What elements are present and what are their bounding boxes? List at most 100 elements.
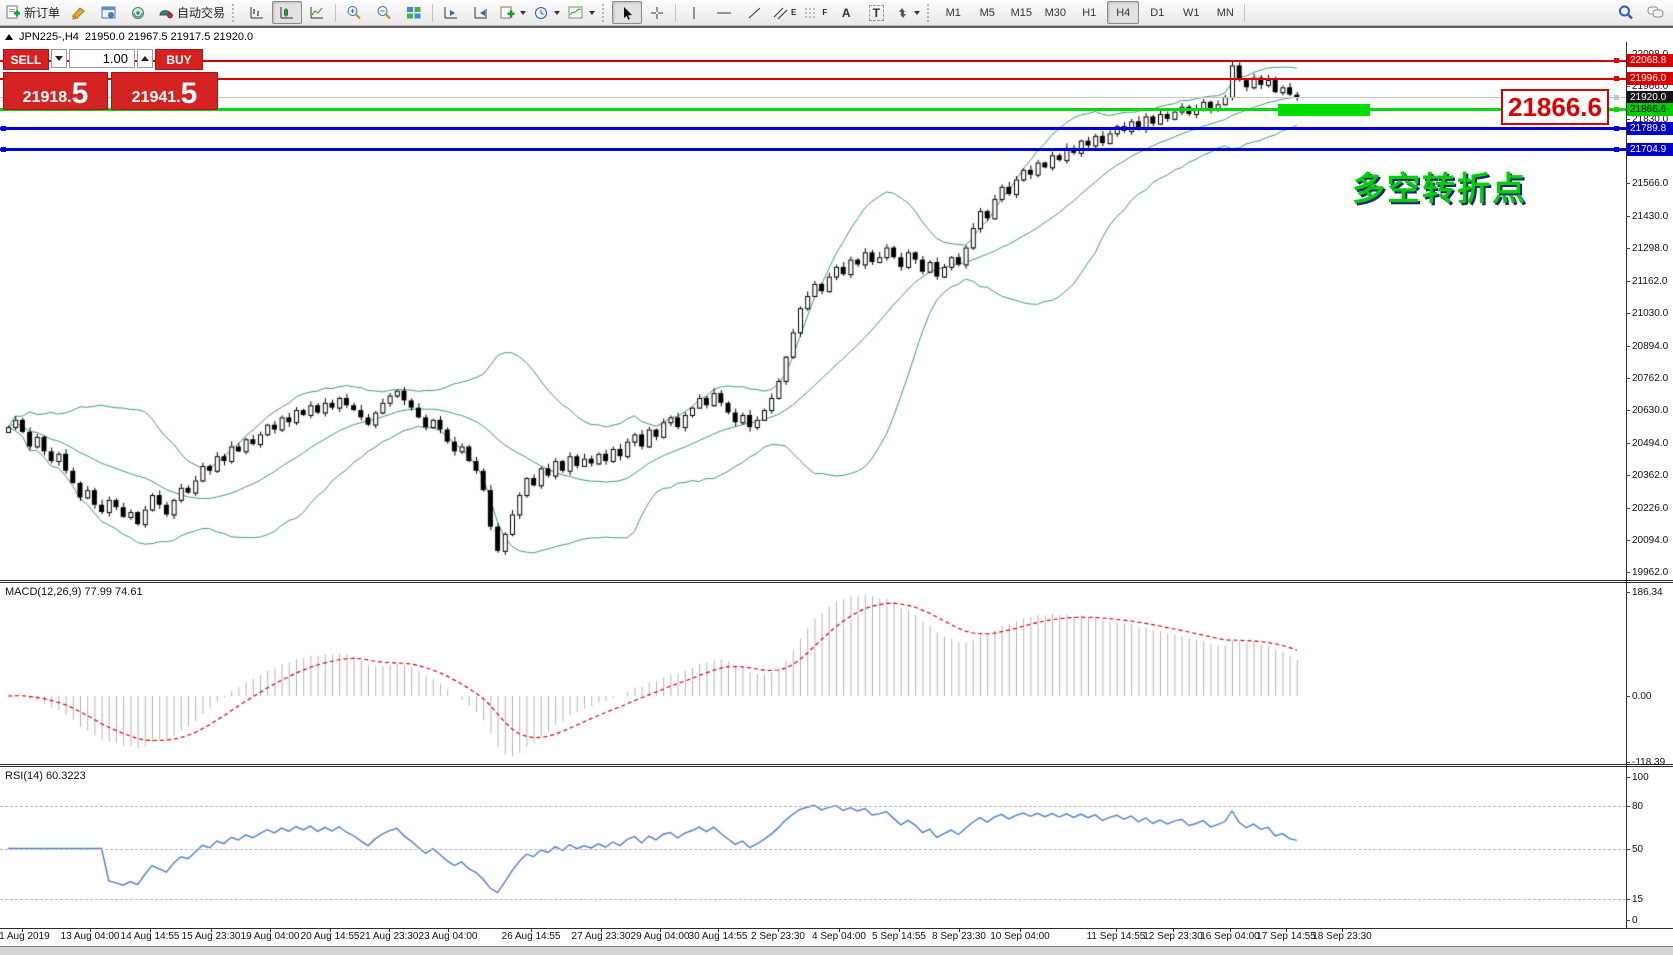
new-chart-dropdown[interactable] bbox=[496, 1, 530, 24]
trading-terminal: 新订单 自动交易 E F A T M1M5M bbox=[0, 0, 1673, 954]
line-anchor-marker[interactable] bbox=[1, 126, 6, 131]
price-tick-label: 21566.0 bbox=[1632, 178, 1673, 189]
text-tool[interactable]: A bbox=[831, 1, 861, 24]
line-anchor-marker[interactable] bbox=[1614, 147, 1619, 152]
market-watch-button[interactable] bbox=[94, 1, 124, 24]
chart-canvas[interactable] bbox=[0, 0, 1673, 954]
timeframe-h1[interactable]: H1 bbox=[1073, 1, 1105, 24]
timeframe-mn[interactable]: MN bbox=[1209, 1, 1241, 24]
zoom-out-button[interactable] bbox=[369, 1, 399, 24]
arrows-icon bbox=[895, 6, 909, 20]
auto-trading-button[interactable]: 自动交易 bbox=[154, 1, 229, 24]
horizontal-line-tool[interactable] bbox=[709, 1, 739, 24]
price-callout-box[interactable]: 21866.6 bbox=[1501, 89, 1609, 125]
new-order-button[interactable]: 新订单 bbox=[2, 1, 64, 24]
indicators-dropdown[interactable] bbox=[564, 1, 599, 24]
line-anchor-marker[interactable] bbox=[1614, 95, 1619, 100]
collapse-panel-icon[interactable] bbox=[5, 34, 13, 40]
price-horizontal-line[interactable] bbox=[0, 127, 1626, 130]
tile-windows-icon bbox=[406, 6, 422, 20]
volume-increase-button[interactable] bbox=[137, 49, 153, 68]
toolbar-grip bbox=[927, 4, 934, 22]
channel-icon bbox=[773, 6, 788, 20]
price-tick bbox=[1626, 508, 1630, 509]
line-anchor-marker[interactable] bbox=[1, 147, 6, 152]
auto-scroll-button[interactable] bbox=[436, 1, 466, 24]
time-label: 20 Aug 14:55 bbox=[301, 931, 360, 942]
timeframe-d1[interactable]: D1 bbox=[1141, 1, 1173, 24]
timeframe-w1[interactable]: W1 bbox=[1175, 1, 1207, 24]
buy-price[interactable]: 21941.5 bbox=[111, 72, 218, 110]
search-button[interactable] bbox=[1611, 1, 1641, 24]
buy-button[interactable]: BUY bbox=[155, 49, 203, 70]
candlestick-chart-button[interactable] bbox=[272, 1, 302, 24]
trendline-tool[interactable] bbox=[739, 1, 769, 24]
fibonacci-icon bbox=[804, 6, 819, 20]
line-chart-button[interactable] bbox=[302, 1, 332, 24]
volume-input[interactable] bbox=[69, 49, 135, 68]
new-order-label: 新订单 bbox=[24, 4, 60, 21]
price-horizontal-line[interactable] bbox=[0, 148, 1626, 151]
time-label: 30 Aug 14:55 bbox=[689, 931, 748, 942]
pane-separator[interactable] bbox=[0, 580, 1673, 581]
price-horizontal-line[interactable] bbox=[0, 108, 1626, 111]
shapes-dropdown[interactable] bbox=[891, 1, 924, 24]
sell-button[interactable]: SELL bbox=[3, 49, 49, 70]
market-watch-icon bbox=[101, 6, 117, 20]
price-horizontal-line[interactable] bbox=[0, 78, 1626, 80]
label-tool[interactable]: T bbox=[861, 1, 891, 24]
line-anchor-marker[interactable] bbox=[1614, 58, 1619, 63]
navigator-icon bbox=[131, 6, 147, 20]
chart-shift-button[interactable] bbox=[466, 1, 496, 24]
equidistant-channel-tool[interactable]: E bbox=[769, 1, 800, 24]
window-edge bbox=[0, 26, 1673, 28]
ohlc-values: 21950.0 21967.5 21917.5 21920.0 bbox=[85, 31, 253, 43]
chat-button[interactable] bbox=[1641, 1, 1671, 24]
cursor-tool-button[interactable] bbox=[612, 1, 642, 24]
sell-price[interactable]: 21918.5 bbox=[3, 72, 108, 110]
rsi-gridline bbox=[0, 899, 1626, 900]
price-horizontal-line[interactable] bbox=[0, 97, 1626, 98]
time-label: 2 Sep 23:30 bbox=[751, 931, 805, 942]
price-horizontal-line[interactable] bbox=[0, 60, 1626, 62]
buy-price-big-digit: 5 bbox=[181, 82, 198, 106]
price-tag: 21866.6 bbox=[1627, 103, 1673, 116]
periods-dropdown[interactable] bbox=[530, 1, 564, 24]
tile-windows-button[interactable] bbox=[399, 1, 429, 24]
volume-decrease-button[interactable] bbox=[51, 49, 67, 68]
time-label: 16 Sep 04:00 bbox=[1200, 931, 1260, 942]
price-tick bbox=[1626, 248, 1630, 249]
fibonacci-tool[interactable]: F bbox=[800, 1, 831, 24]
line-anchor-marker[interactable] bbox=[1614, 126, 1619, 131]
navigator-button[interactable] bbox=[124, 1, 154, 24]
macd-label: MACD(12,26,9) 77.99 74.61 bbox=[5, 586, 143, 598]
zoom-in-button[interactable] bbox=[339, 1, 369, 24]
price-tag: 22068.8 bbox=[1627, 54, 1673, 67]
bar-chart-button[interactable] bbox=[242, 1, 272, 24]
timeframe-h4[interactable]: H4 bbox=[1107, 1, 1139, 24]
indicators-icon bbox=[568, 6, 584, 20]
chart-annotation-text[interactable]: 多空转折点 bbox=[1352, 162, 1527, 210]
timeframe-m1[interactable]: M1 bbox=[937, 1, 969, 24]
chevron-down-icon bbox=[589, 11, 595, 15]
crosshair-tool-button[interactable] bbox=[642, 1, 672, 24]
vertical-line-tool[interactable] bbox=[679, 1, 709, 24]
timeframe-m5[interactable]: M5 bbox=[971, 1, 1003, 24]
macd-scale-label: -118.39 bbox=[1632, 757, 1673, 768]
price-tick-label: 21162.0 bbox=[1632, 276, 1673, 287]
auto-scroll-icon bbox=[443, 5, 459, 20]
price-tick-label: 20894.0 bbox=[1632, 341, 1673, 352]
line-anchor-marker[interactable] bbox=[1614, 76, 1619, 81]
time-label: 13 Aug 04:00 bbox=[61, 931, 120, 942]
time-label: 26 Aug 14:55 bbox=[502, 931, 561, 942]
timeframe-m15[interactable]: M15 bbox=[1005, 1, 1037, 24]
highlight-rectangle[interactable] bbox=[1278, 104, 1370, 116]
pane-separator[interactable] bbox=[0, 764, 1673, 765]
line-anchor-marker[interactable] bbox=[1614, 107, 1619, 112]
auto-trading-icon bbox=[158, 6, 174, 20]
profiles-button[interactable] bbox=[64, 1, 94, 24]
price-tag: 21920.0 bbox=[1627, 91, 1673, 104]
price-tick bbox=[1626, 313, 1630, 314]
timeframe-m30[interactable]: M30 bbox=[1039, 1, 1071, 24]
rsi-gridline bbox=[0, 806, 1626, 807]
